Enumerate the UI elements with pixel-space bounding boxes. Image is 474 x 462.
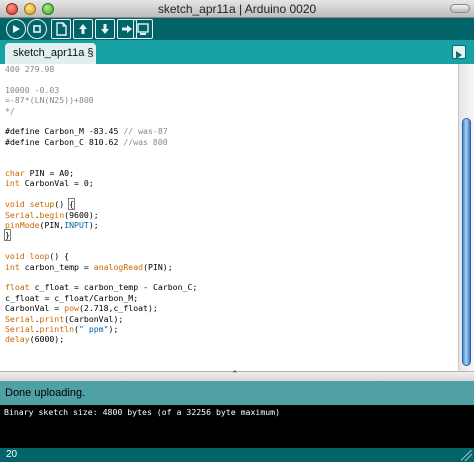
code-line: void setup() { [5, 198, 76, 211]
splitter-chevron-icon[interactable]: ⌃ [231, 370, 239, 380]
open-arrow-up-icon [79, 24, 87, 34]
upload-arrow-right-icon [122, 25, 132, 33]
tab-menu-button[interactable] [452, 45, 466, 59]
code-line: Serial.println(" ppm"); [5, 324, 119, 334]
vertical-scrollbar[interactable] [458, 64, 474, 371]
title-bar: sketch_apr11a | Arduino 0020 [0, 0, 474, 18]
code-line: void loop() { [5, 251, 70, 262]
code-editor[interactable]: 400 279.98 10000 -0.03 =-87*(LN(N25))+800 *… [0, 64, 458, 371]
code-line: float c_float = carbon_temp - Carbon_C; [5, 282, 198, 293]
code-line: c_float = c_float/Carbon_M; [5, 292, 139, 303]
status-message: Done uploading. [5, 387, 86, 399]
line-number: 20 [6, 449, 18, 460]
tab-bar: sketch_apr11a § [0, 40, 474, 64]
open-button[interactable] [73, 19, 93, 39]
new-file-icon [56, 22, 67, 36]
footer-bar: 20 [0, 448, 474, 462]
code-line: 10000 -0.03 [5, 84, 60, 95]
bracket-highlight: { [68, 198, 76, 211]
code-line: char PIN = A0; [5, 168, 75, 178]
window-title: sketch_apr11a | Arduino 0020 [157, 2, 317, 16]
play-icon [13, 25, 20, 33]
code-line: =-87*(LN(N25))+800 [5, 95, 94, 106]
code-line: #define Carbon_C 810.62 //was 800 [5, 136, 168, 147]
verify-button[interactable] [6, 19, 26, 39]
resize-grip-icon[interactable] [461, 450, 472, 461]
tab-sketch[interactable]: sketch_apr11a § [5, 43, 96, 64]
serial-monitor-button[interactable] [133, 19, 153, 39]
editor-console-divider[interactable]: ⌃ [0, 370, 474, 381]
save-arrow-down-icon [101, 24, 109, 34]
code-line: int CarbonVal = 0; [5, 178, 94, 189]
code-line: pinMode(PIN,INPUT); [5, 220, 99, 230]
serial-monitor-icon [137, 23, 149, 35]
vertical-scroll-thumb[interactable] [462, 118, 471, 366]
code-line: */ [5, 105, 15, 116]
stop-button[interactable] [27, 19, 47, 39]
bracket-highlight: } [4, 229, 11, 242]
code-line: #define Carbon_M -83.45 // was-87 [5, 126, 168, 137]
toolbar [0, 18, 474, 40]
code-line: CarbonVal = pow(2.718,c_float); [5, 303, 158, 314]
code-line: int carbon_temp = analogRead(PIN); [5, 261, 173, 272]
stop-icon [33, 25, 41, 33]
code-line: } [4, 229, 11, 242]
code-line: delay(6000); [5, 334, 65, 345]
status-bar: Done uploading. [0, 381, 474, 405]
code-line: 400 279.98 [5, 64, 55, 74]
code-line: Serial.print(CarbonVal); [5, 313, 124, 324]
console-output: Binary sketch size: 4800 bytes (of a 322… [0, 405, 474, 448]
save-button[interactable] [95, 19, 115, 39]
new-button[interactable] [51, 19, 71, 39]
toolbar-toggle-button[interactable] [450, 4, 470, 13]
tab-menu-arrow-icon [456, 51, 462, 59]
console-line: Binary sketch size: 4800 bytes (of a 322… [4, 407, 281, 417]
code-line: Serial.begin(9600); [5, 209, 99, 220]
